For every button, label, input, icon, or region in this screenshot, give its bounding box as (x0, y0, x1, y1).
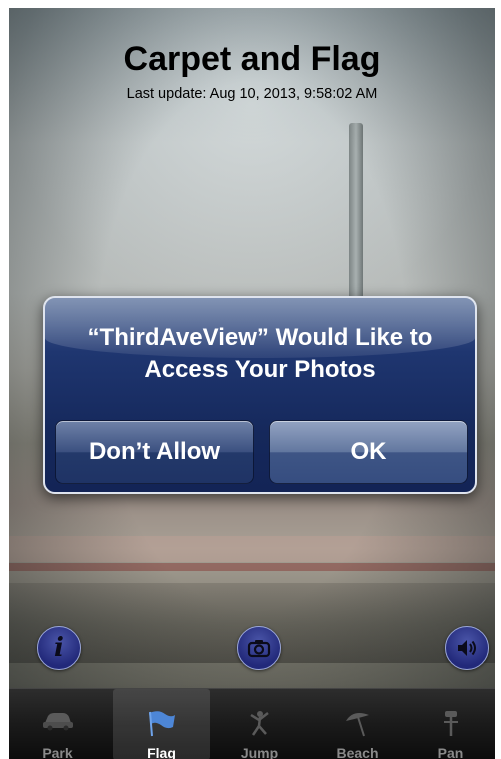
flag-pole (349, 123, 363, 303)
camera-button[interactable] (237, 626, 281, 670)
sound-button[interactable] (445, 626, 489, 670)
car-icon (42, 713, 73, 731)
tab-bar: Park Flag Jump Beach Pan (9, 688, 495, 759)
pan-icon (443, 711, 458, 736)
tab-label-jump: Jump (240, 745, 279, 759)
tab-label-pan: Pan (437, 745, 464, 759)
alert-title: “ThirdAveView” Would Like to Access Your… (87, 324, 433, 383)
info-icon: i (54, 633, 64, 663)
camera-view: Carpet and Flag Last update: Aug 10, 201… (9, 8, 495, 759)
permission-alert: “ThirdAveView” Would Like to Access Your… (43, 296, 477, 494)
speaker-icon (458, 640, 476, 656)
fence-line (9, 563, 495, 571)
tab-label-flag: Flag (147, 745, 176, 759)
tab-jump[interactable]: Jump (211, 689, 308, 759)
umbrella-icon (345, 713, 369, 737)
ground-area (9, 536, 495, 562)
jumper-icon (249, 711, 269, 736)
info-button[interactable]: i (37, 626, 81, 670)
last-update-text: Last update: Aug 10, 2013, 9:58:02 AM (126, 86, 378, 102)
flag-icon (148, 711, 175, 737)
tab-label-park: Park (42, 745, 73, 759)
dont-allow-button[interactable]: Don’t Allow (55, 420, 254, 484)
page-title: Carpet and Flag (123, 40, 381, 78)
ok-button[interactable]: OK (269, 420, 468, 484)
tab-label-beach: Beach (336, 745, 379, 759)
tab-park[interactable]: Park (9, 689, 106, 759)
tab-flag[interactable]: Flag (113, 689, 210, 759)
tab-pan[interactable]: Pan (402, 689, 495, 759)
camera-icon (247, 640, 271, 658)
tab-beach[interactable]: Beach (309, 689, 406, 759)
